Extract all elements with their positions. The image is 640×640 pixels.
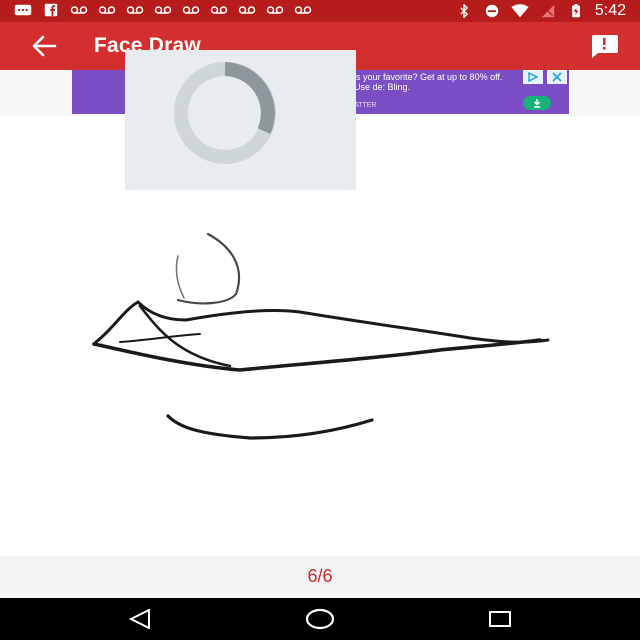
voicemail-icon: [126, 6, 144, 14]
ad-close-button[interactable]: [547, 70, 567, 84]
battery-charging-icon: [571, 4, 580, 18]
nav-recents-icon: [489, 611, 511, 627]
wifi-icon: [511, 4, 529, 18]
ad-choices-icon: [528, 72, 539, 82]
drawing-canvas: [0, 116, 640, 556]
voicemail-icon: [238, 6, 256, 14]
ad-brand: ATTER: [354, 102, 377, 109]
ad-choices-button[interactable]: [523, 70, 543, 84]
arrow-back-icon: [32, 35, 57, 57]
status-bar: 5:42: [0, 0, 640, 22]
voicemail-icon: [70, 6, 88, 14]
back-button[interactable]: [24, 30, 64, 62]
facebook-icon: [44, 3, 58, 17]
voicemail-icon: [294, 6, 312, 14]
lips-sketch: [92, 232, 550, 440]
nav-home-icon: [305, 608, 335, 630]
bluetooth-icon: [460, 4, 468, 18]
nav-recents-button[interactable]: [480, 604, 520, 634]
do-not-disturb-icon: [485, 4, 499, 18]
footer: 6/6: [0, 556, 640, 598]
ad-download-button[interactable]: [523, 96, 551, 110]
download-icon: [534, 99, 540, 108]
messages-icon: [14, 4, 32, 16]
clock: 5:42: [594, 2, 626, 19]
nav-back-button[interactable]: [120, 604, 160, 634]
nav-home-button[interactable]: [300, 604, 340, 634]
system-icons: 5:42: [455, 2, 626, 20]
navigation-bar: [0, 598, 640, 640]
voicemail-icon: [154, 6, 172, 14]
voicemail-icon: [182, 6, 200, 14]
nav-back-icon: [129, 609, 150, 629]
ad-text: is your favorite? Get at up to 80% off. …: [354, 72, 503, 92]
voicemail-icon: [210, 6, 228, 14]
close-icon: [552, 72, 562, 82]
page-counter: 6/6: [307, 566, 333, 586]
voicemail-icon: [266, 6, 284, 14]
voicemail-icon: [98, 6, 116, 14]
notification-icons: [14, 3, 312, 17]
no-signal-icon: [541, 4, 555, 18]
report-feedback-icon: [592, 35, 618, 58]
report-button[interactable]: [586, 30, 622, 62]
